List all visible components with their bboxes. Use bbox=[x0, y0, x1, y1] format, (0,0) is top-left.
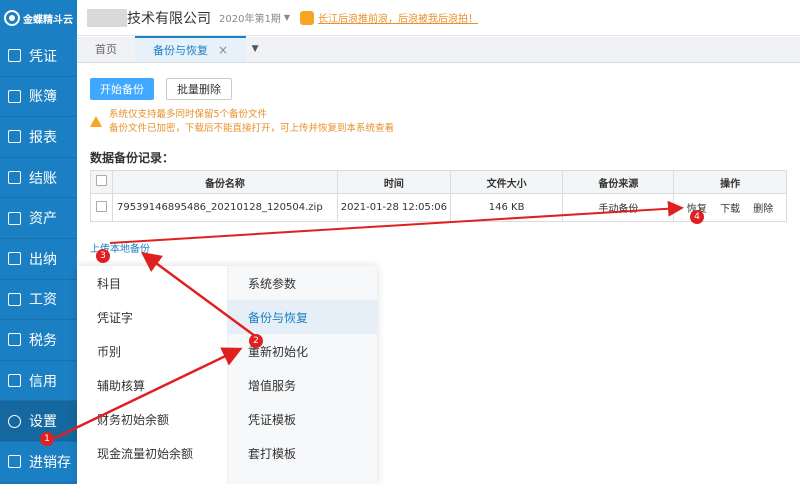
column-header-ops: 操作 bbox=[673, 170, 787, 194]
warning-line-1: 系统仅支持最多同时保留5个备份文件 bbox=[109, 109, 268, 120]
period-selector[interactable]: 2020年第1期 bbox=[219, 10, 281, 25]
select-all-checkbox[interactable] bbox=[95, 175, 107, 186]
warning-icon bbox=[90, 116, 102, 127]
select-all-cell bbox=[90, 170, 113, 194]
sidebar-item-label: 凭证 bbox=[29, 48, 57, 65]
sidebar-item-label: 工资 bbox=[29, 292, 57, 309]
settings-menu: 科目 凭证字 币别 辅助核算 财务初始余额 现金流量初始余额 系统参数 备份与恢… bbox=[77, 266, 377, 484]
sidebar-item-label: 进销存 bbox=[29, 454, 71, 471]
chevron-down-icon[interactable]: ▼ bbox=[284, 13, 290, 22]
voucher-icon bbox=[8, 49, 21, 63]
settings-menu-right-column: 系统参数 备份与恢复 重新初始化 增值服务 凭证模板 套打模板 bbox=[227, 266, 377, 484]
annotation-number-4: 4 bbox=[690, 210, 704, 224]
brand-logo-icon bbox=[4, 10, 20, 26]
menu-item-voucher-word[interactable]: 凭证字 bbox=[77, 300, 227, 334]
sidebar-item-ledger[interactable]: 账簿 bbox=[0, 77, 77, 118]
sidebar-item-label: 出纳 bbox=[29, 251, 57, 268]
sidebar-item-credit[interactable]: 信用 bbox=[0, 361, 77, 402]
batch-delete-button[interactable]: 批量删除 bbox=[166, 78, 232, 100]
menu-item-system-params[interactable]: 系统参数 bbox=[228, 266, 377, 300]
tab-label: 首页 bbox=[95, 43, 117, 56]
download-link[interactable]: 下载 bbox=[720, 204, 740, 215]
sidebar-item-cashier[interactable]: 出纳 bbox=[0, 239, 77, 280]
row-checkbox[interactable] bbox=[95, 200, 107, 212]
column-header-source: 备份来源 bbox=[562, 170, 675, 194]
asset-icon bbox=[8, 211, 21, 225]
ledger-icon bbox=[8, 89, 21, 103]
annotation-number-2: 2 bbox=[249, 334, 263, 348]
row-select-cell bbox=[90, 193, 113, 222]
sidebar-item-label: 信用 bbox=[29, 373, 57, 390]
salary-icon bbox=[8, 292, 21, 306]
brand-logo: 金蝶精斗云 bbox=[0, 0, 77, 36]
tax-icon bbox=[8, 333, 21, 347]
close-books-icon bbox=[8, 171, 21, 185]
sidebar-item-close-books[interactable]: 结账 bbox=[0, 158, 77, 199]
records-title: 数据备份记录： bbox=[90, 151, 175, 165]
tab-label: 备份与恢复 bbox=[153, 44, 208, 57]
menu-item-cashflow-opening[interactable]: 现金流量初始余额 bbox=[77, 436, 227, 470]
notice-banner[interactable]: 长江后浪推前浪，后浪被我后浪拍！ bbox=[299, 10, 478, 25]
menu-item-auxiliary[interactable]: 辅助核算 bbox=[77, 368, 227, 402]
column-header-size: 文件大小 bbox=[449, 170, 564, 194]
annotation-number-3: 3 bbox=[96, 249, 110, 263]
backup-records-table: 备份名称 时间 文件大小 备份来源 操作 79539146895486_2021… bbox=[90, 170, 787, 222]
menu-item-accounts[interactable]: 科目 bbox=[77, 266, 227, 300]
table-row: 79539146895486_20210128_120504.zip 2021-… bbox=[90, 193, 787, 222]
sidebar-item-label: 结账 bbox=[29, 170, 57, 187]
gear-icon bbox=[8, 414, 21, 428]
warning-notice: 系统仅支持最多同时保留5个备份文件 备份文件已加密，下载后不能直接打开，可上传并… bbox=[90, 108, 394, 136]
sidebar-item-inventory[interactable]: 进销存 bbox=[0, 442, 77, 483]
tab-backup-restore[interactable]: 备份与恢复 × bbox=[135, 36, 247, 62]
sidebar-item-label: 报表 bbox=[29, 129, 57, 146]
column-header-name: 备份名称 bbox=[111, 170, 338, 194]
tab-more-chevron-icon[interactable]: ▼ bbox=[246, 36, 264, 62]
menu-item-opening-balance[interactable]: 财务初始余额 bbox=[77, 402, 227, 436]
company-name-redacted bbox=[87, 8, 127, 27]
sidebar-item-asset[interactable]: 资产 bbox=[0, 198, 77, 239]
menu-item-print-template[interactable]: 套打模板 bbox=[228, 436, 377, 470]
toolbar: 开始备份 批量删除 bbox=[90, 78, 232, 100]
table-header-row: 备份名称 时间 文件大小 备份来源 操作 bbox=[90, 170, 787, 194]
top-header: 技术有限公司 2020年第1期 ▼ 长江后浪推前浪，后浪被我后浪拍！ bbox=[77, 0, 800, 36]
cell-time: 2021-01-28 12:05:06 bbox=[336, 193, 451, 222]
tab-home[interactable]: 首页 bbox=[77, 36, 135, 62]
menu-item-backup-restore[interactable]: 备份与恢复 bbox=[228, 300, 377, 334]
sidebar-item-salary[interactable]: 工资 bbox=[0, 280, 77, 321]
sidebar-item-label: 设置 bbox=[29, 414, 57, 431]
close-icon[interactable]: × bbox=[218, 43, 228, 57]
menu-item-value-added[interactable]: 增值服务 bbox=[228, 368, 377, 402]
menu-item-voucher-template[interactable]: 凭证模板 bbox=[228, 402, 377, 436]
delete-link[interactable]: 删除 bbox=[753, 204, 773, 215]
notification-icon bbox=[299, 10, 314, 25]
sidebar-item-label: 资产 bbox=[29, 211, 57, 228]
column-header-time: 时间 bbox=[336, 170, 451, 194]
sidebar-item-report[interactable]: 报表 bbox=[0, 117, 77, 158]
cell-name: 79539146895486_20210128_120504.zip bbox=[111, 193, 338, 222]
credit-icon bbox=[8, 374, 21, 388]
notice-text[interactable]: 长江后浪推前浪，后浪被我后浪拍！ bbox=[318, 10, 478, 25]
cell-source: 手动备份 bbox=[562, 193, 675, 222]
sidebar: 金蝶精斗云 凭证 账簿 报表 结账 资产 出纳 工资 税务 信用 设置 进销存 bbox=[0, 0, 77, 484]
cell-size: 146 KB bbox=[449, 193, 564, 222]
sidebar-item-label: 账簿 bbox=[29, 89, 57, 106]
inventory-icon bbox=[8, 455, 21, 469]
cashier-icon bbox=[8, 252, 21, 266]
start-backup-button[interactable]: 开始备份 bbox=[90, 78, 154, 100]
sidebar-item-settings[interactable]: 设置 bbox=[0, 401, 77, 442]
sidebar-item-voucher[interactable]: 凭证 bbox=[0, 36, 77, 77]
annotation-number-1: 1 bbox=[40, 432, 54, 446]
warning-line-2: 备份文件已加密，下载后不能直接打开，可上传并恢复到本系统查看 bbox=[109, 123, 395, 134]
menu-item-currency[interactable]: 币别 bbox=[77, 334, 227, 368]
brand-name: 金蝶精斗云 bbox=[23, 14, 73, 26]
tab-bar: 首页 备份与恢复 × ▼ bbox=[77, 36, 800, 63]
sidebar-item-label: 税务 bbox=[29, 332, 57, 349]
settings-menu-left-column: 科目 凭证字 币别 辅助核算 财务初始余额 现金流量初始余额 bbox=[77, 266, 227, 484]
company-name: 技术有限公司 bbox=[127, 10, 211, 27]
sidebar-item-tax[interactable]: 税务 bbox=[0, 320, 77, 361]
report-icon bbox=[8, 130, 21, 144]
